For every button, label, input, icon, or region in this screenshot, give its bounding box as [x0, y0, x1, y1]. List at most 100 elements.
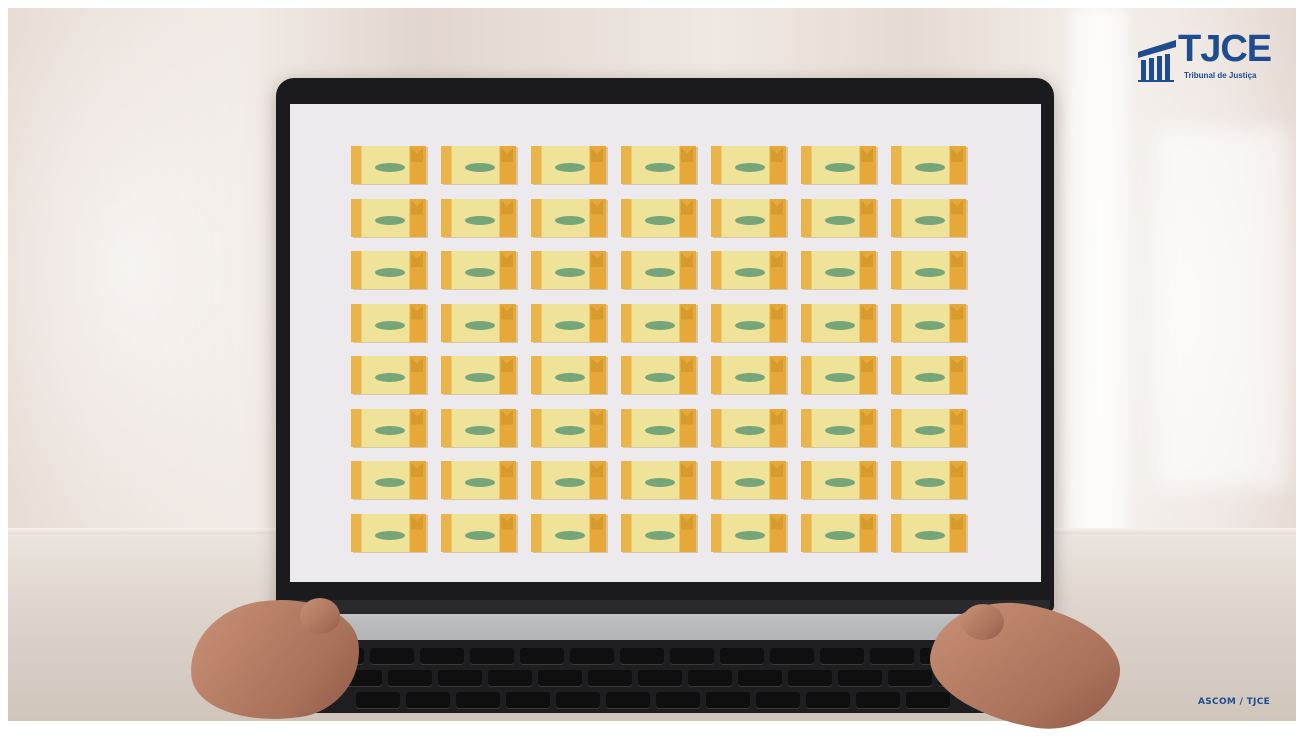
- stamp-tile-grid: [351, 146, 971, 552]
- keyboard-key: [606, 692, 650, 709]
- stamp-ribbon-icon: [771, 148, 783, 162]
- keyboard-key: [888, 670, 932, 687]
- stamp-seal-icon: [825, 268, 855, 277]
- stamp-tile: [531, 251, 606, 289]
- stamp-seal-icon: [375, 478, 405, 487]
- laptop-hinge: [280, 600, 1050, 614]
- stamp-tile: [441, 303, 516, 342]
- keyboard-key: [388, 670, 432, 687]
- stamp-seal-icon: [465, 320, 495, 330]
- keyboard-key: [688, 670, 732, 687]
- stamp-ribbon-icon: [771, 200, 783, 215]
- keyboard-key: [720, 648, 764, 665]
- stamp-ribbon-icon: [951, 148, 963, 162]
- keyboard-key: [870, 648, 914, 665]
- stamp-ribbon-icon: [501, 358, 513, 372]
- stamp-tile: [801, 303, 876, 342]
- stamp-ribbon-icon: [591, 515, 603, 530]
- stamp-ribbon-icon: [681, 305, 693, 320]
- stamp-tile: [351, 198, 426, 237]
- stamp-seal-icon: [465, 373, 495, 382]
- columns-icon: [1138, 40, 1176, 82]
- stamp-tile: [711, 513, 786, 552]
- keyboard-key: [820, 648, 864, 665]
- keyboard-key: [806, 692, 850, 709]
- stamp-seal-icon: [825, 163, 855, 172]
- stamp-tile: [531, 461, 606, 499]
- stamp-ribbon-icon: [951, 358, 963, 372]
- stamp-seal-icon: [465, 215, 495, 225]
- stamp-ribbon-icon: [861, 515, 873, 530]
- stamp-tile: [621, 408, 696, 447]
- stamp-tile: [621, 303, 696, 342]
- keyboard-key: [670, 648, 714, 665]
- stamp-tile: [531, 513, 606, 552]
- keyboard-key: [470, 648, 514, 665]
- keyboard-key: [556, 692, 600, 709]
- stamp-seal-icon: [915, 320, 945, 330]
- stamp-ribbon-icon: [501, 200, 513, 215]
- keyboard-key: [406, 692, 450, 709]
- stamp-seal-icon: [555, 215, 585, 225]
- stamp-ribbon-icon: [591, 463, 603, 477]
- stamp-ribbon-icon: [861, 200, 873, 215]
- stamp-ribbon-icon: [771, 253, 783, 267]
- stamp-ribbon-icon: [681, 515, 693, 530]
- keyboard-key: [438, 670, 482, 687]
- stamp-tile: [801, 461, 876, 499]
- stamp-seal-icon: [645, 215, 675, 225]
- stamp-seal-icon: [825, 478, 855, 487]
- stamp-tile: [441, 513, 516, 552]
- stamp-ribbon-icon: [681, 200, 693, 215]
- stamp-ribbon-icon: [771, 358, 783, 372]
- stamp-tile: [351, 251, 426, 289]
- stamp-seal-icon: [375, 268, 405, 277]
- stamp-tile: [621, 198, 696, 237]
- stamp-ribbon-icon: [681, 463, 693, 477]
- stamp-seal-icon: [645, 268, 675, 277]
- stamp-ribbon-icon: [501, 463, 513, 477]
- stamp-seal-icon: [735, 215, 765, 225]
- stamp-ribbon-icon: [951, 200, 963, 215]
- stamp-tile: [801, 251, 876, 289]
- stamp-seal-icon: [915, 163, 945, 172]
- stamp-ribbon-icon: [591, 200, 603, 215]
- stamp-ribbon-icon: [411, 358, 423, 372]
- stamp-ribbon-icon: [861, 253, 873, 267]
- keyboard-key: [906, 692, 950, 709]
- stamp-ribbon-icon: [951, 410, 963, 425]
- stamp-tile: [711, 251, 786, 289]
- stamp-tile: [621, 251, 696, 289]
- background-window-light: [1068, 8, 1128, 568]
- stamp-tile: [441, 146, 516, 184]
- stamp-seal-icon: [735, 320, 765, 330]
- stamp-ribbon-icon: [501, 410, 513, 425]
- stamp-seal-icon: [555, 373, 585, 382]
- keyboard-key: [588, 670, 632, 687]
- keyboard-key: [538, 670, 582, 687]
- stamp-seal-icon: [375, 425, 405, 435]
- stamp-ribbon-icon: [951, 463, 963, 477]
- keyboard-key: [570, 648, 614, 665]
- stamp-tile: [711, 303, 786, 342]
- stamp-ribbon-icon: [501, 305, 513, 320]
- stamp-seal-icon: [825, 215, 855, 225]
- stamp-ribbon-icon: [591, 253, 603, 267]
- stamp-tile: [801, 198, 876, 237]
- stamp-seal-icon: [915, 373, 945, 382]
- stamp-tile: [351, 146, 426, 184]
- stamp-ribbon-icon: [501, 253, 513, 267]
- background-window-light: [1158, 128, 1288, 488]
- stamp-tile: [801, 146, 876, 184]
- stamp-seal-icon: [915, 268, 945, 277]
- logo-wordmark: TJCE: [1178, 28, 1272, 70]
- stamp-tile: [891, 356, 966, 394]
- stamp-ribbon-icon: [411, 148, 423, 162]
- keyboard-row: [338, 670, 982, 687]
- stamp-tile: [351, 513, 426, 552]
- keyboard-key: [656, 692, 700, 709]
- stamp-seal-icon: [825, 320, 855, 330]
- stamp-seal-icon: [555, 320, 585, 330]
- stamp-seal-icon: [375, 373, 405, 382]
- stamp-seal-icon: [375, 215, 405, 225]
